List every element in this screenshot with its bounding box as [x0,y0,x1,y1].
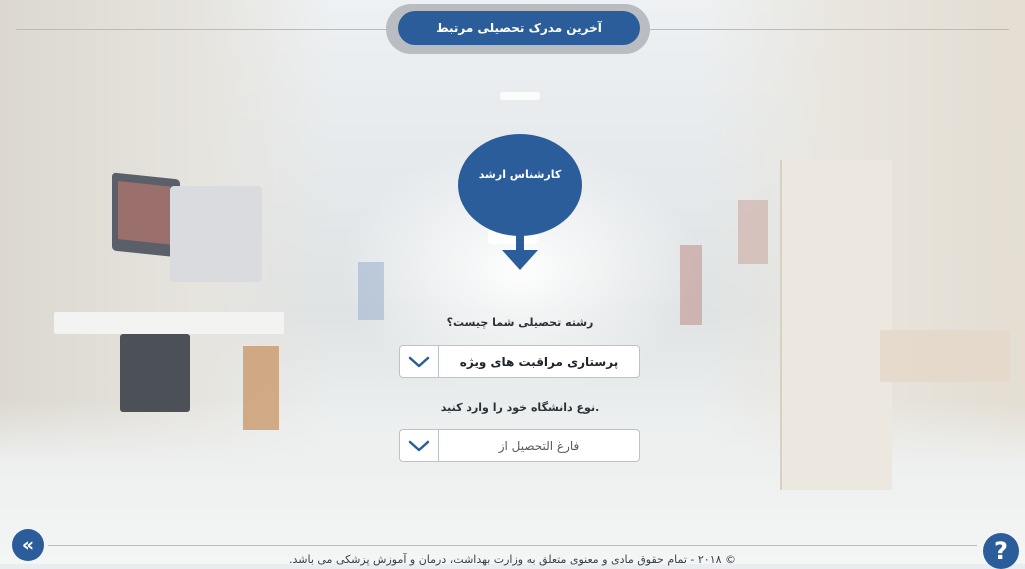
page-title: آخرین مدرک تحصیلی مرتبط [398,11,640,45]
degree-bubble: کارشناس ارشد [458,134,582,236]
arrow-down-icon [502,222,538,270]
copyright-text: © ۲۰۱۸ - تمام حقوق مادی و معنوی متعلق به… [288,553,737,566]
background-image [0,0,1025,564]
field-question-label: رشته تحصیلی شما چیست؟ [446,316,594,329]
back-button[interactable]: « [12,529,44,561]
university-type-select[interactable]: فارغ التحصیل از [399,429,640,462]
university-question-label: نوع دانشگاه خود را وارد کنید. [440,401,600,414]
chevron-down-icon[interactable] [400,346,439,377]
double-chevron-left-icon: « [21,534,35,556]
footer-divider [48,545,977,546]
university-type-value: فارغ التحصیل از [498,438,580,453]
question-mark-icon: ? [994,537,1008,565]
chevron-down-icon[interactable] [400,430,439,461]
field-of-study-value: پرستاری مراقبت های ویژه [459,354,619,369]
field-of-study-select[interactable]: پرستاری مراقبت های ویژه [399,345,640,378]
